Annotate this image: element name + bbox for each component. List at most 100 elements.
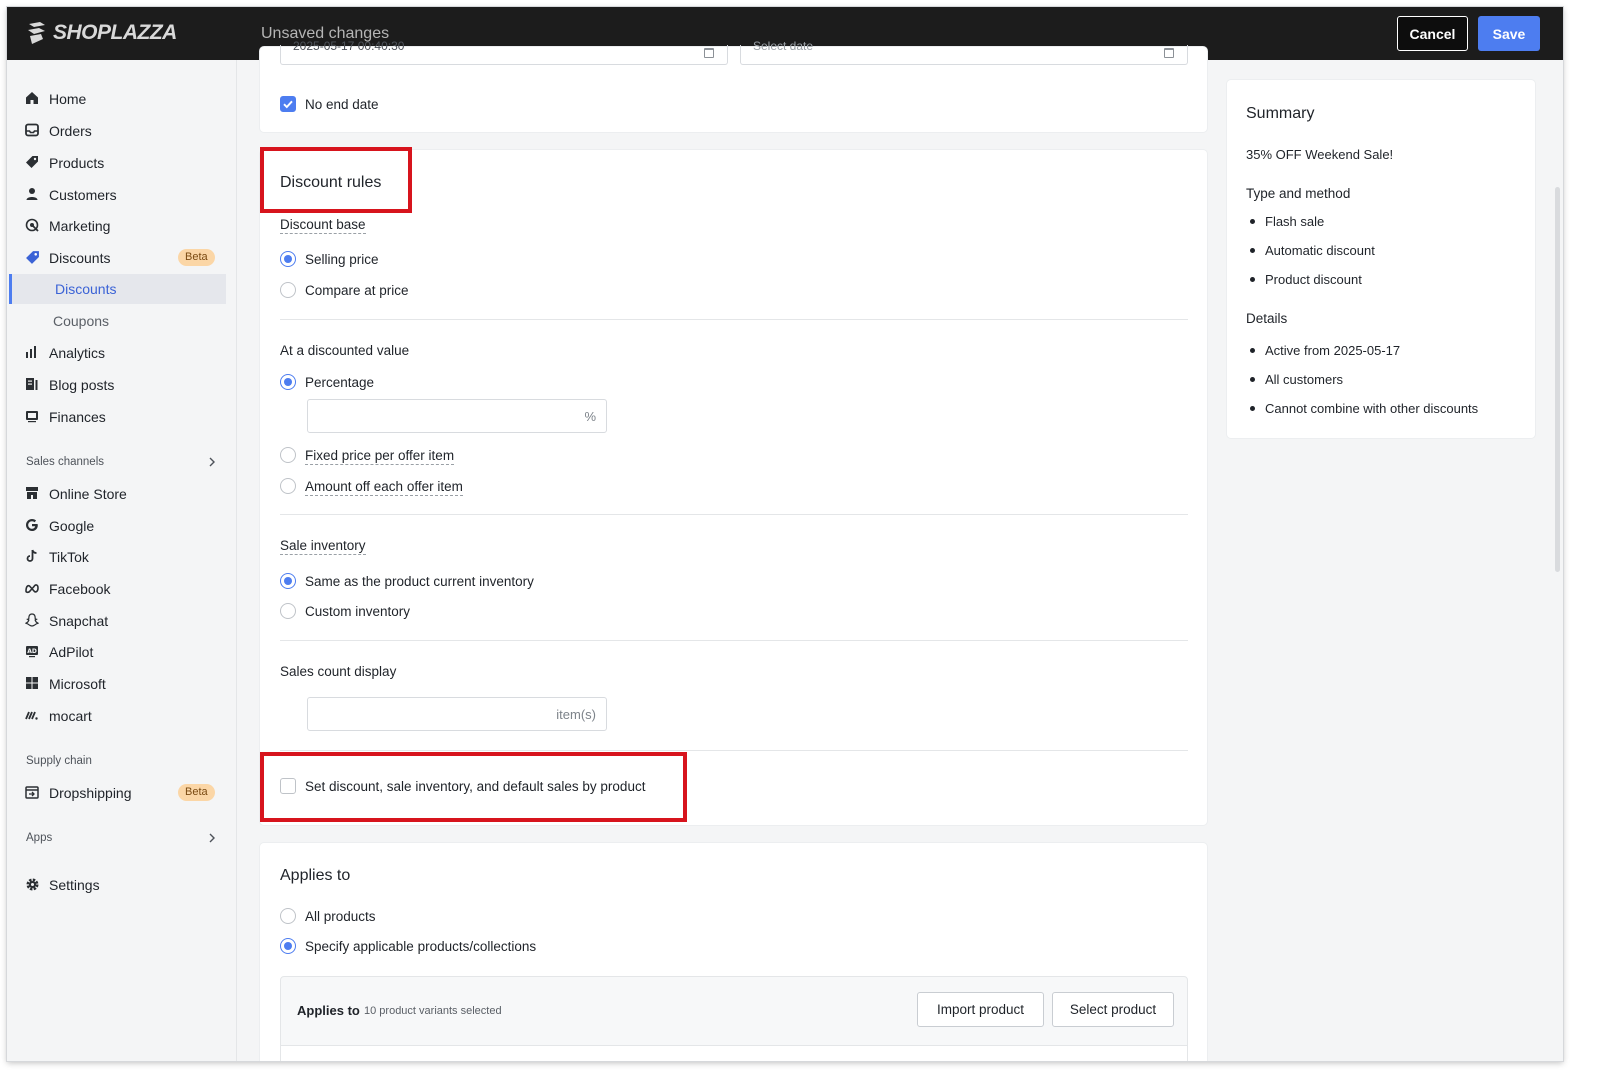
beta-badge: Beta (178, 249, 215, 266)
amount-off-radio[interactable] (280, 478, 296, 494)
sales-count-input[interactable]: item(s) (307, 697, 607, 731)
selected-products-panel: Applies to 10 product variants selected … (280, 976, 1188, 1061)
highlight-box-set-by-product (260, 752, 687, 822)
percentage-input[interactable]: % (307, 399, 607, 433)
sidebar-item-adpilot[interactable]: AD AdPilot (7, 636, 237, 666)
all-products-radio[interactable] (280, 908, 296, 924)
summary-detail-item: All customers (1265, 372, 1344, 387)
sidebar-item-label: Settings (49, 877, 100, 893)
sidebar-item-facebook[interactable]: Facebook (7, 573, 237, 603)
page-scrollbar[interactable] (1555, 187, 1560, 572)
sidebar-item-tiktok[interactable]: TikTok (7, 541, 237, 571)
sidebar-item-settings[interactable]: Settings (7, 869, 237, 899)
cancel-button[interactable]: Cancel (1397, 16, 1468, 51)
select-product-button[interactable]: Select product (1052, 992, 1174, 1027)
specify-products-radio[interactable] (280, 938, 296, 954)
panel-title: Applies to (297, 1003, 360, 1018)
divider (280, 319, 1188, 320)
adpilot-icon: AD (24, 643, 40, 659)
sidebar-item-label: TikTok (49, 549, 89, 565)
target-icon (24, 217, 40, 233)
applies-to-card: Applies to All products Specify applicab… (260, 843, 1207, 1061)
sidebar-item-label: Home (49, 91, 87, 107)
summary-type-item: Product discount (1265, 272, 1362, 287)
compare-at-price-label: Compare at price (305, 283, 409, 298)
product-table-area (281, 1045, 1187, 1061)
sidebar-item-label: Blog posts (49, 377, 115, 393)
sidebar-item-label: Analytics (49, 345, 106, 361)
chevron-right-icon[interactable] (207, 457, 217, 467)
chevron-right-icon[interactable] (207, 833, 217, 843)
snapchat-icon (24, 612, 40, 628)
sale-inventory-label: Sale inventory (280, 538, 366, 555)
no-end-date-checkbox[interactable] (280, 96, 296, 112)
divider (280, 640, 1188, 641)
selling-price-radio[interactable] (280, 251, 296, 267)
sales-count-label: Sales count display (280, 664, 397, 679)
bullet (1250, 406, 1255, 411)
sidebar-subitem-coupons[interactable]: Coupons (7, 306, 237, 336)
sidebar-item-label: Discounts (49, 250, 111, 266)
sidebar-item-online-store[interactable]: Online Store (7, 478, 237, 508)
sidebar: Home Orders Products Customers Marketing… (7, 60, 237, 1061)
end-date-input[interactable]: Select date (740, 39, 1188, 65)
bullet (1250, 248, 1255, 253)
sidebar-item-label: Snapchat (49, 613, 109, 629)
percent-suffix: % (584, 409, 596, 424)
sidebar-item-label: Online Store (49, 486, 127, 502)
sidebar-item-blog-posts[interactable]: Blog posts (7, 369, 237, 399)
fixed-price-radio[interactable] (280, 447, 296, 463)
sidebar-item-orders[interactable]: Orders (7, 115, 237, 145)
compare-at-price-radio[interactable] (280, 282, 296, 298)
custom-inventory-radio[interactable] (280, 603, 296, 619)
sales-channels-label: Sales channels (26, 456, 104, 468)
sidebar-item-finances[interactable]: Finances (7, 401, 237, 431)
amount-off-label: Amount off each offer item (305, 479, 463, 496)
sidebar-item-mocart[interactable]: mocart (7, 700, 237, 730)
percentage-radio[interactable] (280, 374, 296, 390)
custom-inventory-label: Custom inventory (305, 604, 411, 619)
bullet (1250, 348, 1255, 353)
same-inventory-radio[interactable] (280, 573, 296, 589)
sidebar-item-discounts[interactable]: Discounts Beta (7, 242, 237, 272)
sidebar-item-label: Dropshipping (49, 785, 132, 801)
apps-label: Apps (26, 832, 53, 844)
shoplazza-logo[interactable]: SHOPLAZZA (25, 21, 177, 45)
sidebar-item-home[interactable]: Home (7, 83, 237, 113)
summary-title: Summary (1246, 105, 1315, 122)
discount-base-label: Discount base (280, 217, 366, 234)
sidebar-item-snapchat[interactable]: Snapchat (7, 605, 237, 635)
sidebar-subitem-discounts[interactable]: Discounts (9, 274, 226, 304)
discount-rules-card: Discount rules Discount base Selling pri… (260, 150, 1207, 825)
sidebar-subitem-label: Coupons (53, 313, 110, 329)
highlight-box-discount-rules (260, 147, 412, 213)
summary-discount-name: 35% OFF Weekend Sale! (1246, 147, 1394, 162)
sidebar-item-label: Google (49, 518, 95, 534)
details-heading: Details (1246, 311, 1288, 326)
sidebar-item-label: Customers (49, 187, 117, 203)
sidebar-item-customers[interactable]: Customers (7, 179, 237, 209)
same-inventory-label: Same as the product current inventory (305, 574, 534, 589)
sidebar-item-analytics[interactable]: Analytics (7, 337, 237, 367)
microsoft-icon (24, 675, 40, 691)
checkmark-icon (283, 100, 293, 109)
sidebar-item-label: Microsoft (49, 676, 106, 692)
import-product-button[interactable]: Import product (917, 992, 1044, 1027)
sidebar-item-marketing[interactable]: Marketing (7, 210, 237, 240)
tiktok-icon (24, 548, 40, 564)
sidebar-item-label: AdPilot (49, 644, 94, 660)
start-date-input[interactable]: 2025-05-17 00:40:30 (280, 39, 728, 65)
logo-text: SHOPLAZZA (53, 21, 177, 44)
sidebar-item-dropshipping[interactable]: Dropshipping Beta (7, 777, 237, 807)
bullet (1250, 377, 1255, 382)
save-button[interactable]: Save (1478, 16, 1540, 51)
all-products-label: All products (305, 909, 376, 924)
supply-chain-label: Supply chain (26, 755, 92, 767)
end-date-placeholder: Select date (753, 39, 814, 53)
sidebar-item-products[interactable]: Products (7, 147, 237, 177)
sidebar-item-label: Marketing (49, 218, 111, 234)
sidebar-item-label: Finances (49, 409, 106, 425)
sidebar-item-google[interactable]: Google (7, 510, 237, 540)
sidebar-item-microsoft[interactable]: Microsoft (7, 668, 237, 698)
person-icon (24, 186, 40, 202)
